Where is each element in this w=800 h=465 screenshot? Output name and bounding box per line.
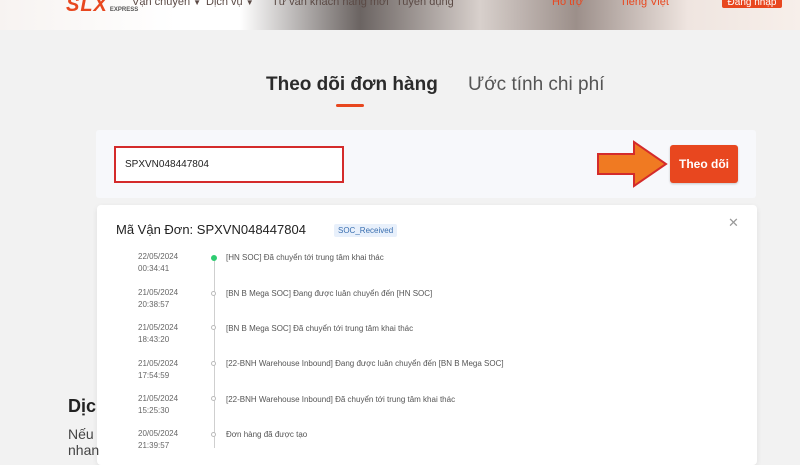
- event-description: [BN B Mega SOC] Đã chuyển tới trung tâm …: [226, 324, 414, 333]
- event-time: 20:38:57: [138, 300, 170, 309]
- nav-item-consulting[interactable]: Tư vấn khách hàng mới: [272, 0, 389, 8]
- timeline-dot: [211, 325, 216, 330]
- event-date: 21/05/2024: [138, 288, 179, 297]
- section-text: Nếu: [68, 426, 94, 442]
- timeline-dot: [211, 361, 216, 366]
- nav-label: Dịch vụ: [206, 0, 243, 8]
- nav-label: Vận chuyển: [132, 0, 191, 8]
- nav-label: Tiếng Việt: [620, 0, 669, 8]
- timeline-dot-current: [211, 255, 217, 261]
- language-selector[interactable]: Tiếng Việt: [620, 0, 669, 8]
- event-time: 21:39:57: [138, 441, 170, 450]
- tracking-number-input[interactable]: SPXVN048447804: [114, 146, 344, 183]
- event-date: 22/05/2024: [138, 252, 179, 261]
- event-description: [22-BNH Warehouse Inbound] Đã chuyển tới…: [226, 395, 456, 404]
- event-description: [22-BNH Warehouse Inbound] Đang được luâ…: [226, 359, 504, 368]
- arrow-right-icon: [597, 140, 668, 188]
- status-badge: SOC_Received: [334, 224, 398, 237]
- nav-item-support[interactable]: Hỗ trợ: [552, 0, 583, 8]
- timeline-dot: [211, 432, 216, 437]
- event-description: [BN B Mega SOC] Đang được luân chuyển đế…: [226, 289, 433, 298]
- nav-label: Hỗ trợ: [552, 0, 584, 8]
- brand-logo[interactable]: SLX EXPRESS: [66, 0, 138, 17]
- tracking-result-card: [97, 205, 757, 465]
- event-description: Đơn hàng đã được tạo: [226, 430, 308, 439]
- event-time: 17:54:59: [138, 371, 170, 380]
- timeline-line: [214, 258, 215, 448]
- event-date: 21/05/2024: [138, 394, 179, 403]
- chevron-down-icon: ▼: [193, 0, 202, 7]
- event-date: 20/05/2024: [138, 429, 179, 438]
- tab-estimate-cost[interactable]: Ước tính chi phí: [468, 74, 604, 96]
- section-heading: Dịc: [68, 396, 97, 416]
- logo-text: SLX: [66, 0, 108, 16]
- nav-item-shipping[interactable]: Vận chuyển ▼: [132, 0, 201, 8]
- login-button[interactable]: Đăng nhập: [722, 0, 782, 8]
- nav-item-careers[interactable]: Tuyển dụng: [396, 0, 454, 8]
- event-time: 15:25:30: [138, 406, 170, 415]
- track-button[interactable]: Theo dõi: [670, 145, 738, 183]
- chevron-down-icon: ▼: [245, 0, 254, 7]
- timeline-dot: [211, 291, 216, 296]
- event-description: [HN SOC] Đã chuyển tới trung tâm khai th…: [226, 253, 384, 262]
- event-time: 18:43:20: [138, 335, 170, 344]
- event-date: 21/05/2024: [138, 323, 179, 332]
- nav-label: Tư vấn khách hàng mới: [272, 0, 389, 8]
- waybill-label: Mã Vận Đơn:: [116, 222, 194, 237]
- nav-item-services[interactable]: Dịch vụ ▼: [206, 0, 254, 8]
- nav-label: Tuyển dụng: [396, 0, 454, 8]
- close-icon[interactable]: ✕: [728, 215, 739, 231]
- event-time: 00:34:41: [138, 264, 170, 273]
- timeline-dot: [211, 396, 216, 401]
- waybill-code: SPXVN048447804: [196, 222, 306, 237]
- active-tab-indicator: [336, 104, 364, 107]
- section-text: nhan: [68, 442, 100, 458]
- waybill-heading: Mã Vận Đơn: SPXVN048447804: [116, 222, 306, 237]
- tab-track-order[interactable]: Theo dõi đơn hàng: [266, 74, 438, 96]
- event-date: 21/05/2024: [138, 359, 179, 368]
- top-banner: SLX EXPRESS Vận chuyển ▼ Dịch vụ ▼ Tư vấn k…: [0, 0, 800, 30]
